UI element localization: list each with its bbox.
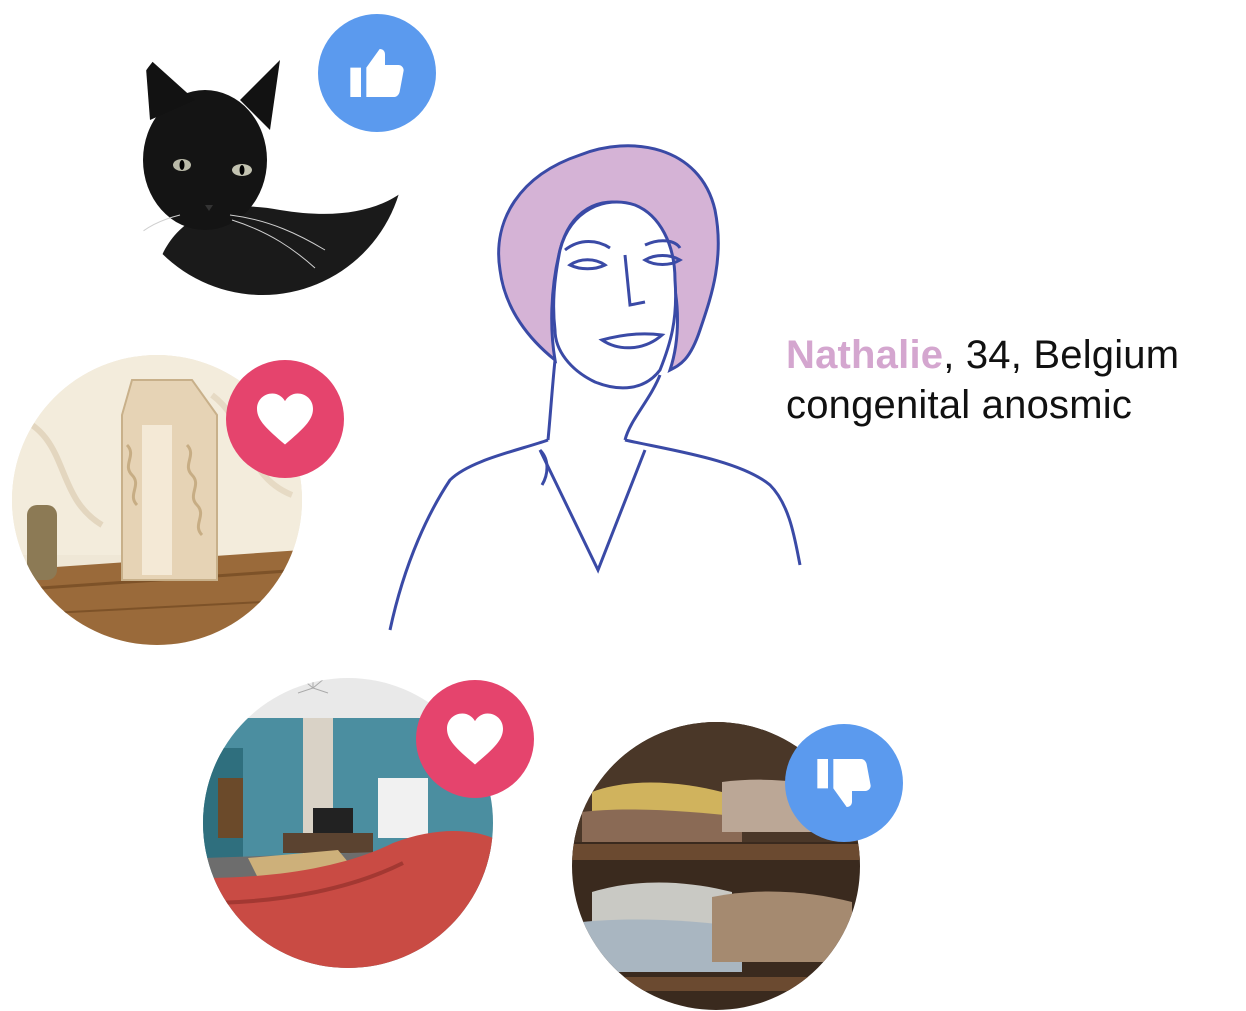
like-badge (318, 14, 436, 132)
heart-icon (257, 393, 313, 445)
dislike-badge (785, 724, 903, 842)
thumbs-up-icon (350, 49, 404, 97)
person-illustration (380, 130, 820, 650)
love-badge-vase (226, 360, 344, 478)
thumbs-down-icon (817, 759, 871, 807)
person-name: Nathalie (786, 333, 944, 377)
person-caption: Nathalie, 34, Belgium congenital anosmic (786, 330, 1179, 430)
person-condition: congenital anosmic (786, 383, 1133, 427)
love-badge-living-room (416, 680, 534, 798)
person-details: , 34, Belgium (943, 333, 1180, 377)
caption-line-1: Nathalie, 34, Belgium (786, 330, 1179, 380)
woman-line-drawing (388, 144, 802, 631)
heart-icon (447, 713, 503, 765)
